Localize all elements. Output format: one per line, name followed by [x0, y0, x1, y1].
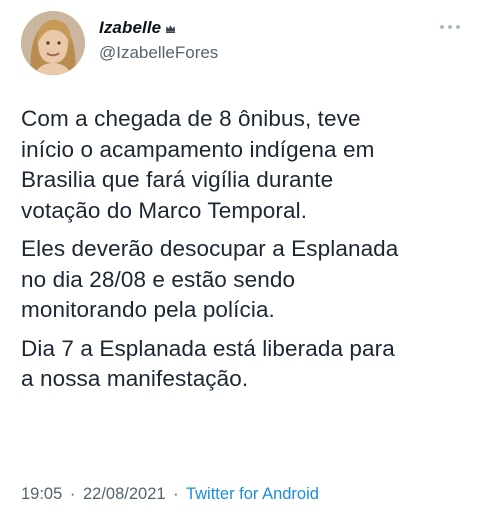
tweet-line: a nossa manifestação. — [21, 366, 249, 391]
tweet-header: Izabelle @IzabelleFores — [99, 17, 218, 63]
meta-separator: · — [173, 485, 179, 503]
tweet-date[interactable]: 22/08/2021 — [83, 485, 166, 503]
name-row: Izabelle — [99, 17, 218, 39]
tweet-text: Com a chegada de 8 ônibus, teve início o… — [21, 104, 471, 395]
tweet-line: votação do Marco Temporal. — [21, 197, 308, 223]
tweet-paragraph: Com a chegada de 8 ônibus, teve início o… — [21, 104, 471, 226]
tweet-line: início o acampamento indígena em — [21, 136, 375, 162]
tweet-line: Com a chegada de 8 ônibus, teve — [21, 106, 361, 131]
tweet-paragraph: Eles deverão desocupar a Esplanada no di… — [21, 234, 471, 326]
display-name[interactable]: Izabelle — [99, 18, 161, 38]
profile-photo-icon — [21, 11, 85, 75]
tweet-line: Dia 7 a Esplanada está liberada para — [21, 335, 395, 361]
avatar[interactable] — [21, 11, 85, 75]
tweet-time[interactable]: 19:05 — [21, 485, 62, 503]
tweet-source[interactable]: Twitter for Android — [186, 485, 319, 503]
meta-separator: · — [69, 485, 76, 503]
tweet-line: Eles deverão desocupar a Esplanada — [21, 236, 399, 261]
tweet-card: Izabelle @IzabelleFores Com a chegada de… — [0, 0, 482, 520]
tweet-line: no dia 28/08 e estão sendo — [21, 266, 296, 292]
user-handle[interactable]: @IzabelleFores — [99, 43, 218, 63]
tweet-paragraph: Dia 7 a Esplanada está liberada para a n… — [21, 334, 471, 395]
tweet-line: monitorando pela polícia. — [21, 297, 275, 322]
crown-icon — [166, 24, 176, 33]
tweet-line: Brasilia que fará vigília durante — [21, 167, 334, 192]
tweet-meta: 19:05 · 22/08/2021 · Twitter for Android — [21, 485, 319, 504]
more-options-icon[interactable] — [438, 23, 462, 31]
